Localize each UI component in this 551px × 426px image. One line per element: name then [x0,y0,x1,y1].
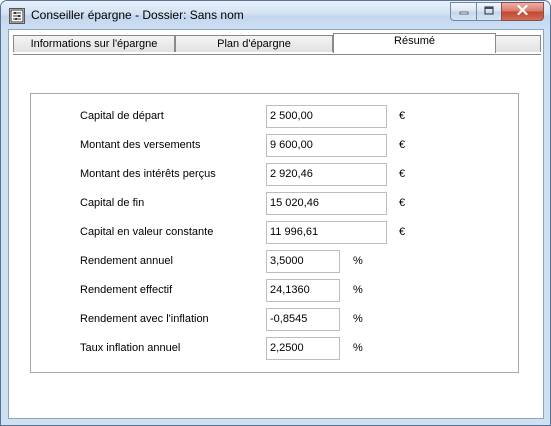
client-area: Informations sur l'épargne Plan d'épargn… [8,29,544,419]
taux-inflation-label: Taux inflation annuel [80,342,181,354]
row-taux-inflation: Taux inflation annuel 2,2500 % [31,337,520,360]
row-montant-interets: Montant des intérêts perçus 2 920,46 € [31,163,520,186]
capital-valeur-constante-field[interactable]: 11 996,61 [266,221,387,244]
title-bar[interactable]: Conseiller épargne - Dossier: Sans nom [1,1,550,29]
row-capital-depart: Capital de départ 2 500,00 € [31,105,520,128]
close-button[interactable] [501,2,544,21]
tab-plan-epargne[interactable]: Plan d'épargne [175,35,333,52]
app-window: Conseiller épargne - Dossier: Sans nom I… [0,0,551,426]
tab-divider [13,54,541,55]
rendement-inflation-unit: % [353,313,363,325]
rendement-annuel-label: Rendement annuel [80,255,173,267]
minimize-icon [459,6,469,18]
rendement-effectif-label: Rendement effectif [80,284,173,296]
maximize-button[interactable] [476,2,501,21]
row-rendement-inflation: Rendement avec l'inflation -0,8545 % [31,308,520,331]
montant-interets-label: Montant des intérêts perçus [80,168,216,180]
row-capital-fin: Capital de fin 15 020,46 € [31,192,520,215]
rendement-effectif-unit: % [353,284,363,296]
montant-interets-unit: € [399,168,406,180]
row-rendement-effectif: Rendement effectif 24,1360 % [31,279,520,302]
rendement-inflation-field[interactable]: -0,8545 [266,308,340,331]
capital-valeur-constante-label: Capital en valeur constante [80,226,214,238]
window-title: Conseiller épargne - Dossier: Sans nom [31,8,244,22]
tab-informations-epargne[interactable]: Informations sur l'épargne [13,35,175,52]
rendement-effectif-field[interactable]: 24,1360 [266,279,340,302]
montant-versements-field[interactable]: 9 600,00 [266,134,387,157]
maximize-icon [484,5,494,18]
summary-panel: Capital de départ 2 500,00 € Montant des… [30,93,519,373]
taux-inflation-unit: % [353,342,363,354]
montant-versements-label: Montant des versements [80,139,201,151]
montant-interets-field[interactable]: 2 920,46 [266,163,387,186]
row-rendement-annuel: Rendement annuel 3,5000 % [31,250,520,273]
taux-inflation-field[interactable]: 2,2500 [266,337,340,360]
tab-strip: Informations sur l'épargne Plan d'épargn… [11,33,541,55]
caption-buttons [450,2,544,21]
capital-fin-unit: € [399,197,406,209]
rendement-annuel-field[interactable]: 3,5000 [266,250,340,273]
minimize-button[interactable] [450,2,476,21]
tab-resume[interactable]: Résumé [333,33,496,53]
capital-valeur-constante-unit: € [399,226,406,238]
capital-fin-field[interactable]: 15 020,46 [266,192,387,215]
capital-fin-label: Capital de fin [80,197,145,209]
montant-versements-unit: € [399,139,406,151]
abacus-icon[interactable] [9,8,25,24]
capital-depart-label: Capital de départ [80,110,164,122]
rendement-inflation-label: Rendement avec l'inflation [80,313,209,325]
tab-strip-filler [496,35,541,52]
row-montant-versements: Montant des versements 9 600,00 € [31,134,520,157]
close-icon [517,4,528,18]
rendement-annuel-unit: % [353,255,363,267]
capital-depart-field[interactable]: 2 500,00 [266,105,387,128]
capital-depart-unit: € [399,110,406,122]
row-capital-valeur-constante: Capital en valeur constante 11 996,61 € [31,221,520,244]
